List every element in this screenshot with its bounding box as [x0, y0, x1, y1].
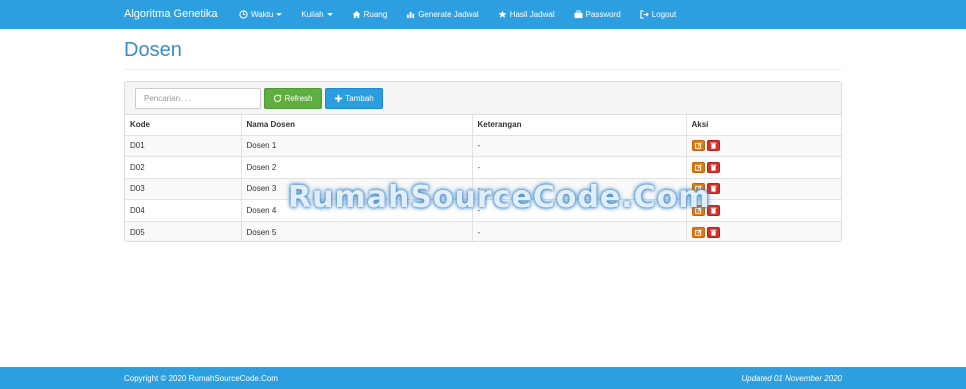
cell-aksi: [685, 220, 841, 241]
panel-toolbar: Refresh Tambah: [125, 82, 841, 115]
header-nama-dosen[interactable]: Nama Dosen: [240, 115, 472, 135]
nav-item-waktu-label: Waktu: [251, 10, 274, 19]
delete-button[interactable]: [706, 226, 720, 238]
navbar-brand[interactable]: Algoritma Genetika: [124, 8, 218, 20]
refresh-button[interactable]: Refresh: [264, 88, 322, 109]
nav-item-ruang[interactable]: Ruang: [352, 10, 388, 19]
nav-item-logout[interactable]: Logout: [640, 10, 676, 19]
edit-icon: [694, 142, 702, 150]
cell-nama: Dosen 2: [240, 156, 472, 178]
footer: Copyright © 2020 RumahSourceCode.Com Upd…: [0, 367, 966, 389]
page-title: Dosen: [124, 39, 182, 61]
cell-keterangan: -: [471, 220, 686, 241]
cell-kode: D02: [125, 156, 241, 178]
edit-icon: [694, 228, 702, 236]
footer-copyright: Copyright © 2020 RumahSourceCode.Com: [124, 374, 278, 383]
nav-item-hasil-jadwal[interactable]: Hasil Jadwal: [498, 10, 555, 19]
edit-icon: [694, 164, 702, 171]
watermark: RumahSourceCode.Com: [288, 180, 711, 215]
trash-icon: [710, 142, 716, 149]
cell-kode: D01: [125, 134, 241, 157]
nav-item-generate-jadwal[interactable]: Generate Jadwal: [406, 10, 479, 19]
cell-kode: D04: [125, 199, 241, 221]
search-input[interactable]: [135, 88, 261, 109]
nav-item-logout-label: Logout: [651, 10, 677, 19]
delete-button[interactable]: [706, 140, 720, 152]
chevron-down-icon: [326, 13, 333, 16]
home-icon: [352, 10, 361, 19]
logout-icon: [640, 10, 649, 19]
footer-updated: Updated 01 November 2020: [741, 374, 842, 383]
bar-chart-icon: [406, 10, 415, 19]
add-button-label: Tambah: [345, 94, 374, 103]
add-button[interactable]: Tambah: [325, 88, 383, 109]
header-kode[interactable]: Kode: [125, 115, 241, 135]
table-row: D01 Dosen 1 -: [125, 134, 841, 157]
nav-item-hasil-jadwal-label: Hasil Jadwal: [509, 10, 555, 19]
star-icon: [498, 10, 507, 19]
nav-item-waktu[interactable]: Waktu: [239, 10, 283, 19]
dosen-panel: Refresh Tambah Kode Nama Dosen Keteranga…: [124, 81, 842, 242]
edit-button[interactable]: [691, 140, 705, 152]
table-header-row: Kode Nama Dosen Keterangan Aksi: [125, 115, 841, 135]
cell-keterangan: -: [471, 156, 686, 178]
delete-button[interactable]: [706, 161, 720, 173]
nav-item-password[interactable]: Password: [574, 10, 621, 19]
cell-keterangan: -: [471, 134, 686, 157]
cell-aksi: [685, 134, 841, 157]
table-row: D05 Dosen 5 -: [125, 220, 841, 241]
nav-item-ruang-label: Ruang: [363, 10, 388, 19]
edit-button[interactable]: [691, 161, 705, 173]
nav-item-kuliah[interactable]: Kuliah: [301, 10, 333, 19]
cell-nama: Dosen 5: [240, 220, 472, 241]
cell-kode: D05: [125, 220, 241, 241]
top-navbar: Algoritma Genetika Waktu Kuliah Ruang Ge…: [0, 0, 966, 29]
nav-item-generate-jadwal-label: Generate Jadwal: [418, 10, 479, 19]
nav-item-kuliah-label: Kuliah: [301, 10, 324, 19]
table-row: D02 Dosen 2 -: [125, 156, 841, 178]
clock-icon: [239, 10, 248, 19]
nav-item-password-label: Password: [585, 10, 621, 19]
navbar-menu: Waktu Kuliah Ruang Generate Jadwal Hasil…: [239, 0, 695, 29]
briefcase-icon: [574, 10, 583, 19]
refresh-button-label: Refresh: [284, 94, 313, 103]
plus-icon: [334, 94, 343, 103]
cell-nama: Dosen 1: [240, 134, 472, 157]
header-keterangan[interactable]: Keterangan: [471, 115, 686, 135]
trash-icon: [710, 164, 716, 171]
chevron-down-icon: [276, 13, 283, 16]
cell-aksi: [685, 156, 841, 178]
dosen-table: Kode Nama Dosen Keterangan Aksi D01 Dose…: [125, 115, 841, 241]
header-aksi: Aksi: [685, 115, 841, 135]
trash-icon: [710, 229, 716, 236]
title-divider: [124, 69, 842, 70]
refresh-icon: [273, 94, 282, 103]
cell-kode: D03: [125, 177, 241, 200]
edit-button[interactable]: [691, 226, 705, 238]
